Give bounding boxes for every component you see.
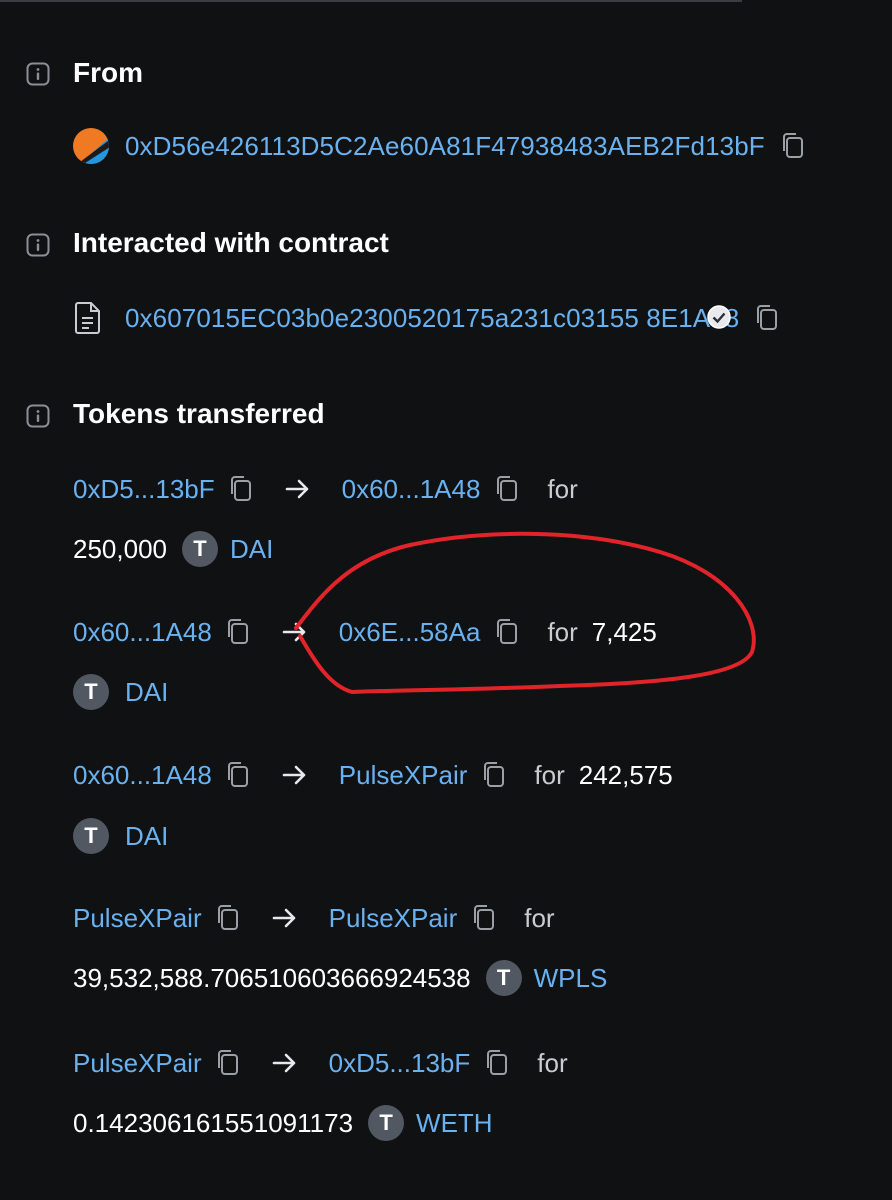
token-badge-icon: T [368,1105,405,1141]
token-link[interactable]: WETH [416,1108,493,1139]
transfer-to-link[interactable]: 0xD5...13bF [329,1048,471,1079]
transfer-amount-row-1: 250,000 T DAI [73,529,273,569]
transfer-amount: 250,000 [73,533,167,564]
check-cursor-icon [707,305,731,329]
transfer-row-1: 0xD5...13bF 0x60...1A48 for [73,469,578,509]
contract-address-link[interactable]: 0x607015EC03b0e2300520175a231c03155 8E1A… [125,303,739,334]
token-link[interactable]: DAI [230,534,273,565]
copy-icon[interactable] [472,904,496,932]
token-link[interactable]: DAI [125,677,168,708]
copy-icon[interactable] [229,475,253,503]
transfer-row-4: PulseXPair PulseXPair for [73,898,555,938]
transfer-token-row-3: T DAI [73,816,168,856]
transfer-amount-row-5: 0.142306161551091173 T WETH [73,1103,493,1143]
transfer-from-link[interactable]: 0xD5...13bF [73,474,215,505]
token-badge-icon: T [181,531,218,567]
info-icon[interactable] [26,233,50,257]
tokens-title: Tokens transferred [73,398,325,429]
transfer-to-link[interactable]: 0x60...1A48 [342,474,481,505]
token-badge-icon: T [73,674,109,710]
transfer-amount-row-4: 39,532,588.706510603666924538 T WPLS [73,958,607,998]
red-annotation-circle [294,531,756,694]
blockie-avatar [73,128,109,164]
from-address-row: 0xD56e426113D5C2Ae60A81F47938483AEB2Fd13… [72,126,805,166]
transfer-to-link[interactable]: PulseXPair [329,903,458,934]
info-icon[interactable] [26,62,50,86]
transfer-amount: 242,575 [578,759,673,790]
arrow-right-icon [282,622,306,642]
contract-address-row: 0x607015EC03b0e2300520175a231c03155 8E1A… [72,298,779,338]
for-label: for [524,902,555,933]
top-divider [0,0,742,2]
copy-icon[interactable] [216,1049,240,1077]
transfer-to-link[interactable]: PulseXPair [339,760,468,791]
transfer-amount: 7,425 [591,616,657,647]
copy-icon[interactable] [226,618,250,646]
copy-icon[interactable] [485,1049,509,1077]
transfer-from-link[interactable]: 0x60...1A48 [73,760,212,791]
transfer-from-link[interactable]: 0x60...1A48 [73,617,212,648]
for-label: for [547,473,578,504]
copy-icon[interactable] [755,304,779,332]
copy-icon[interactable] [226,761,250,789]
copy-icon[interactable] [495,618,519,646]
transfer-to-link[interactable]: 0x6E...58Aa [339,617,481,648]
from-title: From [73,57,143,88]
transfer-from-link[interactable]: PulseXPair [73,1048,202,1079]
for-label: for [537,1047,568,1078]
token-badge-icon: T [485,960,522,996]
transfer-amount: 39,532,588.706510603666924538 [73,962,471,993]
transfer-token-row-2: T DAI [73,672,168,712]
for-label: for [534,759,565,790]
transfer-amount: 0.142306161551091173 [73,1107,354,1138]
token-badge-icon: T [73,818,109,854]
transfer-row-5: PulseXPair 0xD5...13bF for [73,1043,568,1083]
copy-icon[interactable] [216,904,240,932]
from-address-link[interactable]: 0xD56e426113D5C2Ae60A81F47938483AEB2Fd13… [125,131,765,162]
contract-title: Interacted with contract [73,227,389,258]
transfer-from-link[interactable]: PulseXPair [73,903,202,934]
arrow-right-icon [272,1053,295,1073]
transfer-row-2: 0x60...1A48 0x6E...58Aa for 7,425 [73,612,657,652]
arrow-right-icon [282,765,306,785]
document-icon [75,302,100,334]
transfer-row-3: 0x60...1A48 PulseXPair for 242,575 [73,755,673,795]
copy-icon[interactable] [482,761,506,789]
copy-icon[interactable] [495,475,519,503]
copy-icon[interactable] [781,132,805,160]
info-icon[interactable] [26,404,50,428]
arrow-right-icon [285,479,308,499]
arrow-right-icon [272,908,295,928]
token-link[interactable]: WPLS [534,963,608,994]
for-label: for [547,616,578,647]
token-link[interactable]: DAI [125,821,168,852]
